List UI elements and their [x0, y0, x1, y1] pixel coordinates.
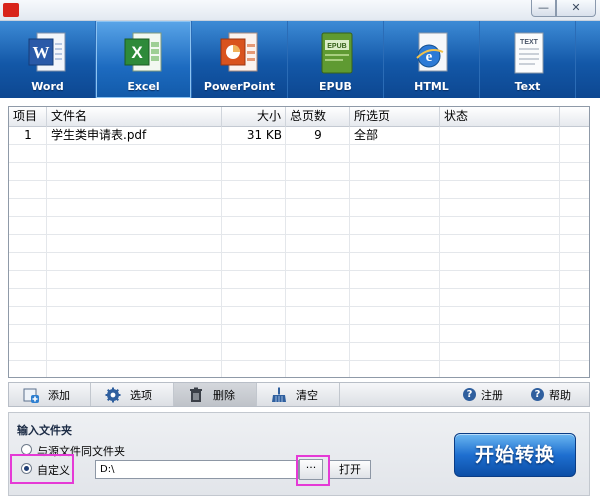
column-header-index[interactable]: 项目: [9, 107, 47, 127]
format-toolbar: W Word X Excel PowerPoint EPUB EPUB e HT…: [0, 21, 600, 98]
table-row[interactable]: 1 学生类申请表.pdf 31 KB 9 全部: [9, 127, 589, 145]
cell-size: 31 KB: [246, 128, 282, 142]
column-header-selected[interactable]: 所选页: [350, 107, 440, 127]
column-header-size[interactable]: 大小: [222, 107, 286, 127]
highlight-box: [10, 454, 74, 484]
epub-icon: EPUB: [313, 30, 359, 76]
html-icon: e: [409, 30, 455, 76]
cell-selected-pages: 全部: [354, 128, 379, 142]
format-label: Text: [514, 80, 541, 93]
empty-row: [9, 163, 589, 181]
title-bar: — ✕: [0, 0, 600, 21]
output-path-input[interactable]: D:\: [95, 460, 299, 479]
column-header-status[interactable]: 状态: [440, 107, 560, 127]
text-icon-text: TEXT: [520, 39, 539, 46]
options-button[interactable]: 选项: [91, 383, 174, 406]
format-label: HTML: [414, 80, 449, 93]
empty-row: [9, 289, 589, 307]
cell-pages: 9: [314, 128, 322, 142]
options-label: 选项: [130, 388, 152, 402]
powerpoint-icon: [217, 30, 263, 76]
trash-icon: [188, 387, 204, 403]
excel-icon: X: [121, 30, 167, 76]
cell-index: 1: [24, 128, 32, 142]
help-label: 帮助: [549, 388, 571, 402]
column-header-pages[interactable]: 总页数: [286, 107, 350, 127]
clear-label: 清空: [296, 388, 318, 402]
cell-filename: 学生类申请表.pdf: [51, 128, 147, 142]
format-excel-button[interactable]: X Excel: [96, 21, 192, 98]
word-icon: W: [25, 30, 71, 76]
format-text-button[interactable]: TEXT Text: [480, 21, 576, 98]
clear-button[interactable]: 清空: [257, 383, 340, 406]
register-button[interactable]: ? 注册: [453, 383, 521, 406]
text-icon: TEXT: [505, 30, 551, 76]
delete-button[interactable]: 删除: [174, 383, 257, 406]
excel-icon-letter: X: [131, 43, 143, 62]
word-icon-letter: W: [32, 43, 49, 62]
add-icon: [23, 387, 39, 403]
format-powerpoint-button[interactable]: PowerPoint: [192, 21, 288, 98]
add-label: 添加: [48, 388, 70, 402]
column-header-filename[interactable]: 文件名: [47, 107, 222, 127]
empty-row: [9, 307, 589, 325]
format-word-button[interactable]: W Word: [0, 21, 96, 98]
delete-label: 删除: [213, 388, 235, 402]
gear-icon: [105, 387, 121, 403]
key-icon: ?: [463, 388, 476, 401]
broom-icon: [271, 387, 287, 403]
register-label: 注册: [481, 388, 503, 402]
empty-row: [9, 199, 589, 217]
empty-row: [9, 361, 589, 377]
epub-icon-text: EPUB: [327, 43, 346, 50]
format-label: Excel: [127, 80, 160, 93]
window-controls: — ✕: [531, 0, 596, 17]
format-epub-button[interactable]: EPUB EPUB: [288, 21, 384, 98]
highlight-box: [296, 455, 330, 486]
table-header: 项目 文件名 大小 总页数 所选页 状态: [9, 107, 589, 127]
empty-row: [9, 343, 589, 361]
help-group: ? 注册 ? 帮助: [453, 383, 589, 406]
empty-row: [9, 181, 589, 199]
help-icon: ?: [531, 388, 544, 401]
add-button[interactable]: 添加: [9, 383, 91, 406]
empty-row: [9, 145, 589, 163]
close-button[interactable]: ✕: [556, 0, 596, 17]
help-button[interactable]: ? 帮助: [521, 383, 589, 406]
empty-row: [9, 271, 589, 289]
empty-row: [9, 235, 589, 253]
format-html-button[interactable]: e HTML: [384, 21, 480, 98]
format-label: PowerPoint: [203, 80, 276, 93]
empty-row: [9, 325, 589, 343]
minimize-button[interactable]: —: [531, 0, 556, 17]
output-folder-title: 输入文件夹: [17, 424, 72, 437]
start-convert-button[interactable]: 开始转换: [454, 433, 576, 477]
empty-row: [9, 217, 589, 235]
file-table[interactable]: 项目 文件名 大小 总页数 所选页 状态 1 学生类申请表.pdf 31 KB …: [8, 106, 590, 378]
cell-status: [440, 127, 560, 145]
app-icon: [3, 3, 19, 17]
open-folder-button[interactable]: 打开: [329, 460, 371, 479]
action-toolbar: 添加 选项 删除 清空 ? 注册 ? 帮助: [8, 382, 590, 407]
format-label: Word: [31, 80, 64, 93]
format-label: EPUB: [319, 80, 352, 93]
empty-row: [9, 253, 589, 271]
